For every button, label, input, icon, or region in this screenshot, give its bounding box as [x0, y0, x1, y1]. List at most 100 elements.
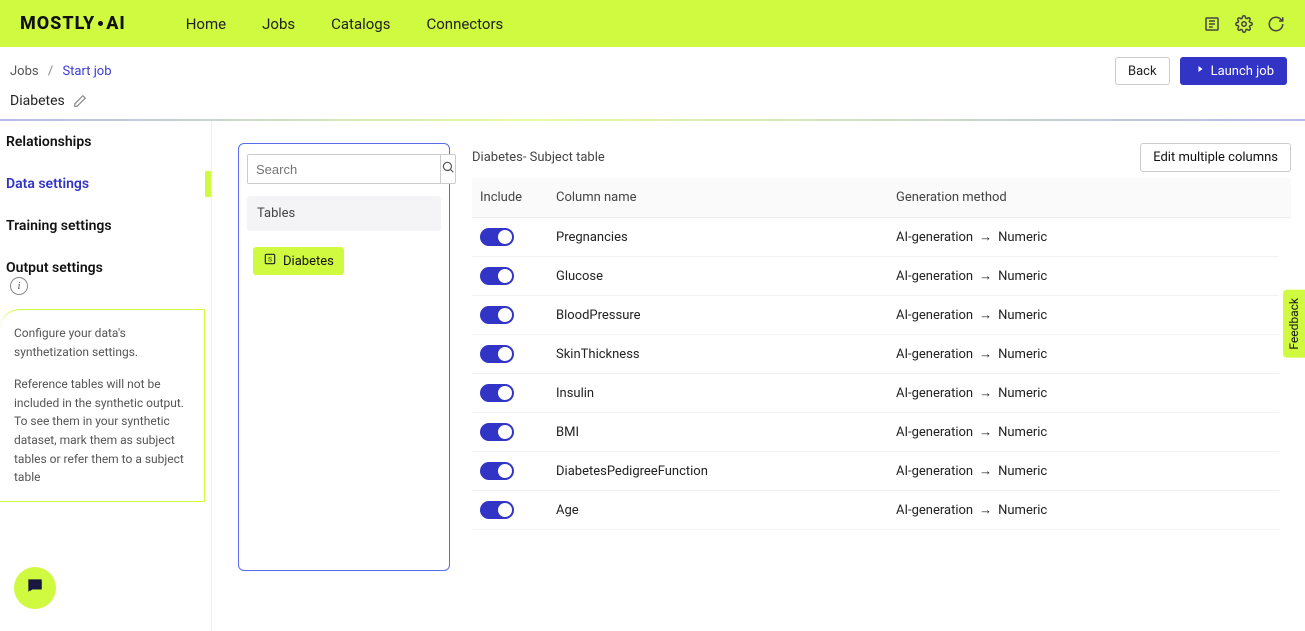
feedback-tab[interactable]: Feedback: [1283, 290, 1305, 358]
main-area: Relationships Data settings Training set…: [0, 121, 1305, 631]
column-name-cell: Age: [556, 503, 896, 518]
include-toggle[interactable]: [480, 267, 514, 285]
table-entry-diabetes[interactable]: S Diabetes: [253, 247, 344, 275]
nav-connectors[interactable]: Connectors: [426, 15, 503, 33]
sidebar-item-training-settings[interactable]: Training settings: [0, 205, 211, 247]
brand-logo[interactable]: MOSTLY AI: [20, 13, 126, 34]
launch-job-button[interactable]: Launch job: [1180, 57, 1287, 85]
launch-button-label: Launch job: [1211, 64, 1274, 79]
breadcrumb-jobs[interactable]: Jobs: [10, 64, 39, 79]
columns-panel-header: Diabetes- Subject table Edit multiple co…: [472, 143, 1291, 172]
nav-home[interactable]: Home: [186, 15, 226, 33]
arrow-icon: →: [979, 268, 992, 284]
table-row[interactable]: DiabetesPedigreeFunctionAI-generation→Nu…: [472, 452, 1279, 491]
generation-method-cell: AI-generation→Numeric: [896, 268, 1271, 284]
arrow-icon: →: [979, 502, 992, 518]
search-input[interactable]: [247, 154, 440, 184]
arrow-icon: →: [979, 385, 992, 401]
subject-table-label: Diabetes- Subject table: [472, 150, 605, 165]
table-row[interactable]: PregnanciesAI-generation→Numeric: [472, 218, 1279, 257]
table-row[interactable]: GlucoseAI-generation→Numeric: [472, 257, 1279, 296]
news-icon[interactable]: [1203, 15, 1221, 33]
column-name-cell: Insulin: [556, 386, 896, 401]
include-toggle[interactable]: [480, 306, 514, 324]
left-sidebar: Relationships Data settings Training set…: [0, 121, 212, 631]
columns-panel: Diabetes- Subject table Edit multiple co…: [472, 143, 1291, 625]
column-name-cell: DiabetesPedigreeFunction: [556, 464, 896, 479]
generation-method-cell: AI-generation→Numeric: [896, 463, 1271, 479]
column-name-cell: BloodPressure: [556, 308, 896, 323]
job-title: Diabetes: [10, 93, 65, 109]
info-icon: i: [10, 277, 28, 295]
table-row[interactable]: BloodPressureAI-generation→Numeric: [472, 296, 1279, 335]
column-name-cell: BMI: [556, 425, 896, 440]
column-header-name: Column name: [556, 190, 896, 205]
table-entry-label: Diabetes: [283, 254, 334, 269]
info-text-2: Reference tables will not be included in…: [14, 375, 194, 487]
top-icon-group: [1203, 15, 1285, 33]
arrow-icon: →: [979, 463, 992, 479]
column-header-method: Generation method: [896, 190, 1283, 205]
subject-table-icon: S: [263, 252, 277, 270]
chat-icon: [25, 576, 45, 600]
search-icon: [441, 160, 455, 178]
edit-title-icon[interactable]: [73, 94, 87, 108]
columns-scroll[interactable]: PregnanciesAI-generation→NumericGlucoseA…: [472, 218, 1291, 625]
svg-text:S: S: [268, 255, 272, 263]
search-row: [247, 154, 441, 184]
sidebar-item-output-settings[interactable]: Output settings: [0, 247, 211, 289]
table-row[interactable]: SkinThicknessAI-generation→Numeric: [472, 335, 1279, 374]
generation-method-cell: AI-generation→Numeric: [896, 385, 1271, 401]
back-button[interactable]: Back: [1115, 57, 1170, 85]
arrow-icon: →: [979, 424, 992, 440]
columns-body: PregnanciesAI-generation→NumericGlucoseA…: [472, 218, 1291, 625]
main-nav: Home Jobs Catalogs Connectors: [186, 15, 1203, 33]
arrow-icon: →: [979, 229, 992, 245]
logo-dot-icon: [98, 21, 103, 26]
generation-method-cell: AI-generation→Numeric: [896, 346, 1271, 362]
include-toggle[interactable]: [480, 423, 514, 441]
logo-text-1: MOSTLY: [20, 13, 95, 34]
tables-header: Tables: [247, 196, 441, 231]
gear-icon[interactable]: [1235, 15, 1253, 33]
sidebar-item-data-settings[interactable]: Data settings: [0, 163, 211, 205]
nav-jobs[interactable]: Jobs: [262, 15, 295, 33]
column-name-cell: SkinThickness: [556, 347, 896, 362]
breadcrumb-bar: Jobs / Start job Back Launch job: [0, 47, 1305, 89]
include-toggle[interactable]: [480, 462, 514, 480]
chat-fab[interactable]: [14, 567, 56, 609]
breadcrumb-separator: /: [48, 64, 53, 79]
generation-method-cell: AI-generation→Numeric: [896, 229, 1271, 245]
generation-method-cell: AI-generation→Numeric: [896, 424, 1271, 440]
logo-text-2: AI: [106, 13, 126, 34]
refresh-icon[interactable]: [1267, 15, 1285, 33]
column-name-cell: Glucose: [556, 269, 896, 284]
generation-method-cell: AI-generation→Numeric: [896, 502, 1271, 518]
top-bar: MOSTLY AI Home Jobs Catalogs Connectors: [0, 0, 1305, 47]
columns-header-row: Include Column name Generation method: [472, 178, 1291, 218]
info-text-1: Configure your data's synthetization set…: [14, 324, 194, 361]
breadcrumb-current: Start job: [62, 64, 111, 79]
arrow-icon: →: [979, 307, 992, 323]
sidebar-info-box: Configure your data's synthetization set…: [0, 309, 205, 502]
arrow-icon: →: [979, 346, 992, 362]
tables-panel: Tables S Diabetes: [238, 143, 450, 571]
table-row[interactable]: InsulinAI-generation→Numeric: [472, 374, 1279, 413]
include-toggle[interactable]: [480, 345, 514, 363]
column-header-include: Include: [480, 190, 556, 205]
include-toggle[interactable]: [480, 228, 514, 246]
edit-multiple-columns-button[interactable]: Edit multiple columns: [1140, 143, 1291, 172]
action-buttons: Back Launch job: [1115, 57, 1287, 85]
job-title-row: Diabetes: [0, 89, 1305, 119]
launch-icon: [1193, 63, 1205, 79]
breadcrumb: Jobs / Start job: [10, 64, 112, 79]
sidebar-item-relationships[interactable]: Relationships: [0, 121, 211, 163]
table-row[interactable]: BMIAI-generation→Numeric: [472, 413, 1279, 452]
include-toggle[interactable]: [480, 384, 514, 402]
content-area: Tables S Diabetes Diabetes- Subject tabl…: [212, 121, 1305, 631]
table-row[interactable]: AgeAI-generation→Numeric: [472, 491, 1279, 530]
search-button[interactable]: [440, 154, 456, 184]
column-name-cell: Pregnancies: [556, 230, 896, 245]
nav-catalogs[interactable]: Catalogs: [331, 15, 390, 33]
include-toggle[interactable]: [480, 501, 514, 519]
